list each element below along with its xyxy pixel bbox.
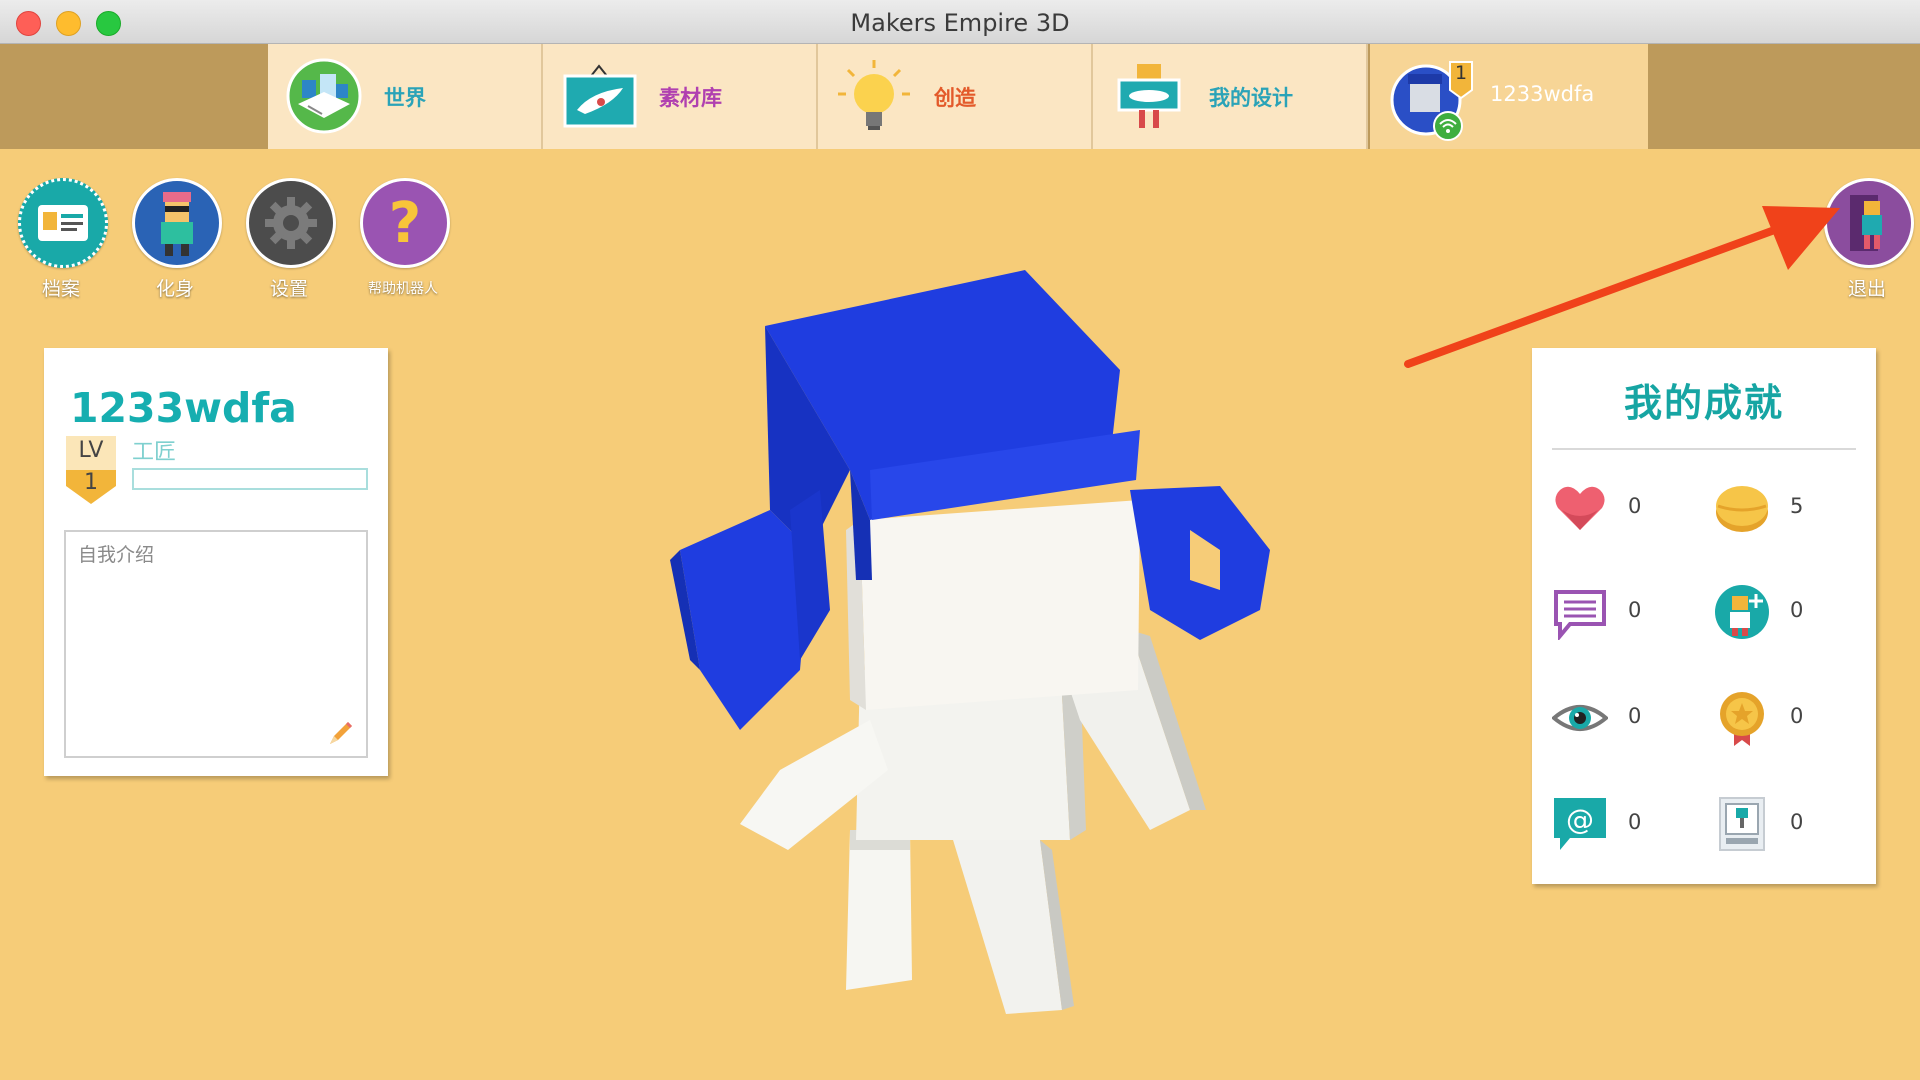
world-icon	[286, 58, 362, 134]
xp-progress-bar	[132, 468, 368, 490]
coins-count: 5	[1790, 494, 1804, 518]
likes-count: 0	[1628, 494, 1642, 518]
profile-button[interactable]: 档案	[18, 178, 108, 301]
edit-pencil-icon[interactable]	[326, 718, 356, 748]
avatar-3d-model	[670, 270, 1270, 1014]
rank-title: 工匠	[132, 440, 177, 465]
achievements-card: 我的成就 0 5 0 0 0 0 @ 0 0	[1532, 348, 1876, 884]
followers-stat: 0	[1714, 584, 1854, 644]
eye-icon	[1552, 705, 1608, 731]
badge-level: 1	[1454, 62, 1468, 84]
profile-card: 1233wdfa LV 1 工匠 自我介绍	[44, 348, 388, 776]
title-bar: Makers Empire 3D	[0, 0, 1920, 44]
tab-world[interactable]: 世界	[268, 44, 543, 149]
lightbulb-icon	[838, 60, 910, 130]
tab-profile[interactable]: 1 1233wdfa	[1370, 44, 1648, 149]
medals-stat: 0	[1714, 690, 1854, 750]
heart-icon	[1555, 486, 1605, 530]
medal-icon	[1720, 692, 1764, 746]
likes-stat: 0	[1552, 480, 1692, 540]
my-designs-icon	[1117, 64, 1181, 128]
views-stat: 0	[1552, 690, 1692, 750]
tab-my-designs-label: 我的设计	[1209, 86, 1293, 110]
avatar-icon	[132, 178, 222, 268]
achievements-title: 我的成就	[1623, 381, 1784, 425]
tab-profile-username: 1233wdfa	[1490, 82, 1595, 106]
medals-count: 0	[1790, 704, 1804, 728]
mentions-count: 0	[1628, 810, 1642, 834]
help-icon: ?	[360, 178, 450, 268]
achievements-divider	[1552, 448, 1856, 450]
comment-icon	[1554, 590, 1606, 640]
top-nav: 世界 素材库 创造 我的设计 1 1233wdfa	[0, 44, 1920, 149]
profile-button-label: 档案	[41, 278, 80, 300]
follower-add-icon	[1715, 585, 1769, 639]
bio-textarea[interactable]: 自我介绍	[64, 530, 368, 758]
settings-button[interactable]: 设置	[246, 178, 336, 301]
printer-icon	[1719, 797, 1765, 851]
comments-count: 0	[1628, 598, 1642, 622]
library-icon	[563, 64, 637, 128]
help-bot-button-label: 帮助机器人	[368, 281, 438, 297]
mentions-stat: @ 0	[1552, 796, 1692, 856]
avatar-button-label: 化身	[155, 278, 194, 300]
bio-placeholder: 自我介绍	[78, 544, 155, 566]
level-number: 1	[84, 470, 98, 495]
tab-create-label: 创造	[934, 86, 976, 110]
coin-icon	[1716, 486, 1768, 532]
tab-library-label: 素材库	[659, 86, 722, 110]
svg-text:@: @	[1566, 803, 1594, 836]
prints-stat: 0	[1714, 796, 1854, 856]
settings-button-label: 设置	[269, 278, 308, 300]
tab-create[interactable]: 创造	[818, 44, 1093, 149]
comments-stat: 0	[1552, 584, 1692, 644]
window-title: Makers Empire 3D	[850, 9, 1070, 37]
tab-my-designs[interactable]: 我的设计	[1093, 44, 1368, 149]
help-bot-button[interactable]: ? 帮助机器人	[360, 178, 450, 298]
level-label: LV	[78, 438, 104, 463]
profile-username: 1233wdfa	[70, 384, 297, 432]
mention-icon: @	[1554, 798, 1606, 850]
profile-card-icon	[18, 178, 108, 268]
views-count: 0	[1628, 704, 1642, 728]
level-shield: LV 1	[64, 434, 118, 506]
gear-icon	[246, 178, 336, 268]
tab-world-label: 世界	[384, 86, 426, 110]
avatar-button[interactable]: 化身	[132, 178, 222, 301]
followers-count: 0	[1790, 598, 1804, 622]
tab-library[interactable]: 素材库	[543, 44, 818, 149]
prints-count: 0	[1790, 810, 1804, 834]
coins-stat: 5	[1714, 480, 1854, 540]
